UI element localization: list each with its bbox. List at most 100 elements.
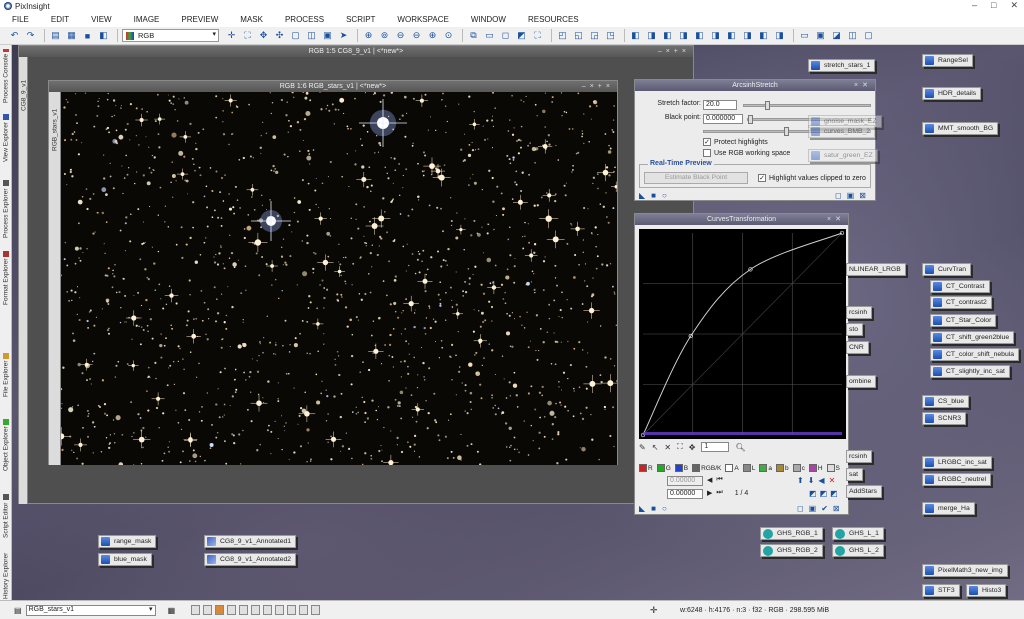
reset-icon[interactable]: ▣ xyxy=(847,191,855,200)
save-workspace-icon[interactable]: ▣ xyxy=(814,29,827,42)
pointer-icon[interactable]: ➤ xyxy=(337,29,350,42)
process-icon-ombine[interactable]: ombine xyxy=(846,375,877,388)
next-point-icon[interactable]: ▶ xyxy=(707,489,712,497)
process-icon-ghs-rgb-1[interactable]: GHS_RGB_1 xyxy=(760,527,823,540)
channel-s-button[interactable]: S xyxy=(826,464,840,472)
process-icon-scnr3[interactable]: SCNR3 xyxy=(922,412,967,425)
edit-mode-icon[interactable]: ✎ xyxy=(639,443,646,452)
arcsinh-stretch-window[interactable]: ArcsinhStretch ×✕ Stretch factor: 20.0 Bl… xyxy=(634,79,876,201)
stf-icon[interactable]: ◰ xyxy=(556,29,569,42)
process-icon-rcsinh[interactable]: rcsinh xyxy=(846,306,873,319)
undo-icon[interactable]: ↶ xyxy=(8,29,21,42)
save-icon[interactable]: ■ xyxy=(81,29,94,42)
first-point-icon[interactable]: ⏮ xyxy=(716,476,722,484)
zoom-out-icon[interactable]: ⊖ xyxy=(394,29,407,42)
fullscreen-icon[interactable]: ⛶ xyxy=(531,29,544,42)
menu-resources[interactable]: RESOURCES xyxy=(528,15,579,24)
black-point-input[interactable]: 0.000000 xyxy=(703,114,743,124)
process-icon-stretch-stars-1[interactable]: stretch_stars_1 xyxy=(808,59,876,72)
apply-global-icon[interactable]: ○ xyxy=(662,191,667,200)
menu-mask[interactable]: MASK xyxy=(240,15,263,24)
close-view-icon[interactable]: ◧ xyxy=(97,29,110,42)
delete-mode-icon[interactable]: ✕ xyxy=(664,443,671,452)
image-window-stars[interactable]: RGB 1:6 RGB_stars_v1 | <*new*> –×+× RGB_s… xyxy=(48,80,618,465)
image-window-cg8-titlebar[interactable]: RGB 1:5 CG8_9_v1 | <*new*> –×+× xyxy=(19,46,693,57)
process-icon-ct-star-color[interactable]: CT_Star_Color xyxy=(930,314,997,327)
channel-g-icon[interactable]: ◨ xyxy=(645,29,658,42)
restore-icon[interactable]: ⬇ xyxy=(808,476,815,485)
dock-tab-view-explorer[interactable]: View Explorer xyxy=(1,107,11,169)
zoom-mode-icon[interactable]: ⛶ xyxy=(677,442,683,452)
process-icon-satur-green-ez[interactable]: satur_green_EZ xyxy=(808,149,878,162)
menu-workspace[interactable]: WORKSPACE xyxy=(397,15,448,24)
channel-b-button[interactable]: B xyxy=(674,464,688,472)
process-icon-ghs-l-1[interactable]: GHS_L_1 xyxy=(832,527,884,540)
nav-btn-icon[interactable] xyxy=(311,605,321,615)
image-window-stars-side-tab[interactable]: RGB_stars_v1 xyxy=(50,100,60,160)
process-icon-pixelmath3-new-img[interactable]: PixelMath3_new_img xyxy=(922,564,1008,577)
channel-c-icon[interactable]: ◧ xyxy=(725,29,738,42)
curves-ctl-icons[interactable]: ×✕ xyxy=(827,214,845,225)
arcsinh-ctl-icons[interactable]: ×✕ xyxy=(854,80,872,91)
close-tool-icon[interactable]: ⊠ xyxy=(859,191,866,200)
menu-script[interactable]: SCRIPT xyxy=(346,15,375,24)
apply-icon[interactable]: ■ xyxy=(651,504,656,513)
zoom-in-icon[interactable]: ⊕ xyxy=(362,29,375,42)
select-rect-icon[interactable]: ▢ xyxy=(289,29,302,42)
redo-icon[interactable]: ↷ xyxy=(24,29,37,42)
maximize-icon[interactable]: □ xyxy=(991,0,996,11)
stf-auto-icon[interactable]: ◱ xyxy=(572,29,585,42)
display-icon[interactable]: ▭ xyxy=(798,29,811,42)
curves-window[interactable]: CurvesTransformation ×✕ ✎ ↖ ✕ ⛶ ✥ 1 🔍︎ R G B RGB… xyxy=(634,213,849,515)
move-icon[interactable]: ✣ xyxy=(273,29,286,42)
process-icon-blue-mask[interactable]: blue_mask xyxy=(98,553,152,566)
zoom-fit-icon[interactable]: ⛶ xyxy=(241,29,254,42)
fit-view-icon[interactable]: ⧉ xyxy=(467,29,480,42)
curves-titlebar[interactable]: CurvesTransformation ×✕ xyxy=(635,214,848,225)
nav-btn-icon[interactable] xyxy=(299,605,309,615)
curve-graph[interactable] xyxy=(639,229,846,439)
store-icon[interactable]: ⬆ xyxy=(797,476,804,485)
star-field-image[interactable] xyxy=(61,92,617,465)
new-instance-icon[interactable]: ◣ xyxy=(639,504,645,513)
process-icon-cs-blue[interactable]: CS_blue xyxy=(922,395,970,408)
channel-l-button[interactable]: L xyxy=(742,464,755,472)
reset-icon[interactable]: ▣ xyxy=(809,504,817,513)
process-icon-cg8-9-v1-annotated1[interactable]: CG8_9_v1_Annotated1 xyxy=(204,535,297,548)
channel-b-icon[interactable]: ◧ xyxy=(661,29,674,42)
mask-icon[interactable]: ◩ xyxy=(515,29,528,42)
menu-window[interactable]: WINDOW xyxy=(471,15,506,24)
last-point-icon[interactable]: ⏭ xyxy=(716,489,722,497)
minimize-icon[interactable]: – xyxy=(972,0,977,11)
nav-btn-icon[interactable] xyxy=(275,605,285,615)
process-icon-ct-shift-green2blue[interactable]: CT_shift_green2blue xyxy=(930,331,1015,344)
monitor2-icon[interactable]: ◫ xyxy=(846,29,859,42)
process-icon-stf3[interactable]: STF3 xyxy=(922,584,960,597)
preview-toggle-icon[interactable]: ◻ xyxy=(797,504,804,513)
stretch-factor-input[interactable]: 20.0 xyxy=(703,100,737,110)
protect-highlights-checkbox[interactable]: ✓ xyxy=(703,138,711,146)
menu-file[interactable]: FILE xyxy=(12,15,29,24)
channel-s-icon[interactable]: ◧ xyxy=(757,29,770,42)
view-selector[interactable]: RGB ▾ xyxy=(122,29,219,42)
fine-knob[interactable] xyxy=(784,127,789,136)
black-point-knob[interactable] xyxy=(748,115,753,124)
window-ctl-icons[interactable]: –×+× xyxy=(658,46,690,57)
channel-c-button[interactable]: c xyxy=(792,464,805,472)
zoom-input[interactable]: 1 xyxy=(701,442,730,452)
zoom-in2-icon[interactable]: ⊕ xyxy=(426,29,439,42)
zoom-1-icon[interactable]: ⊙ xyxy=(442,29,455,42)
history-icon[interactable]: ▤ xyxy=(49,29,62,42)
channel-i-icon[interactable]: ◨ xyxy=(773,29,786,42)
apply-global-icon[interactable]: ○ xyxy=(662,504,667,513)
nav-btn-icon[interactable] xyxy=(263,605,273,615)
channel-rgb-icon[interactable]: ◧ xyxy=(693,29,706,42)
preview-toggle-icon[interactable]: ◻ xyxy=(835,191,842,200)
edit-preview-icon[interactable]: ▣ xyxy=(321,29,334,42)
process-icon-curvtran[interactable]: CurvTran xyxy=(922,263,972,276)
input-value[interactable]: 0.00000 xyxy=(667,476,703,486)
screen3-icon[interactable]: ▢ xyxy=(862,29,875,42)
menu-image[interactable]: IMAGE xyxy=(134,15,160,24)
channel-a-button[interactable]: a xyxy=(759,464,772,472)
channel-a-button[interactable]: A xyxy=(725,464,739,472)
